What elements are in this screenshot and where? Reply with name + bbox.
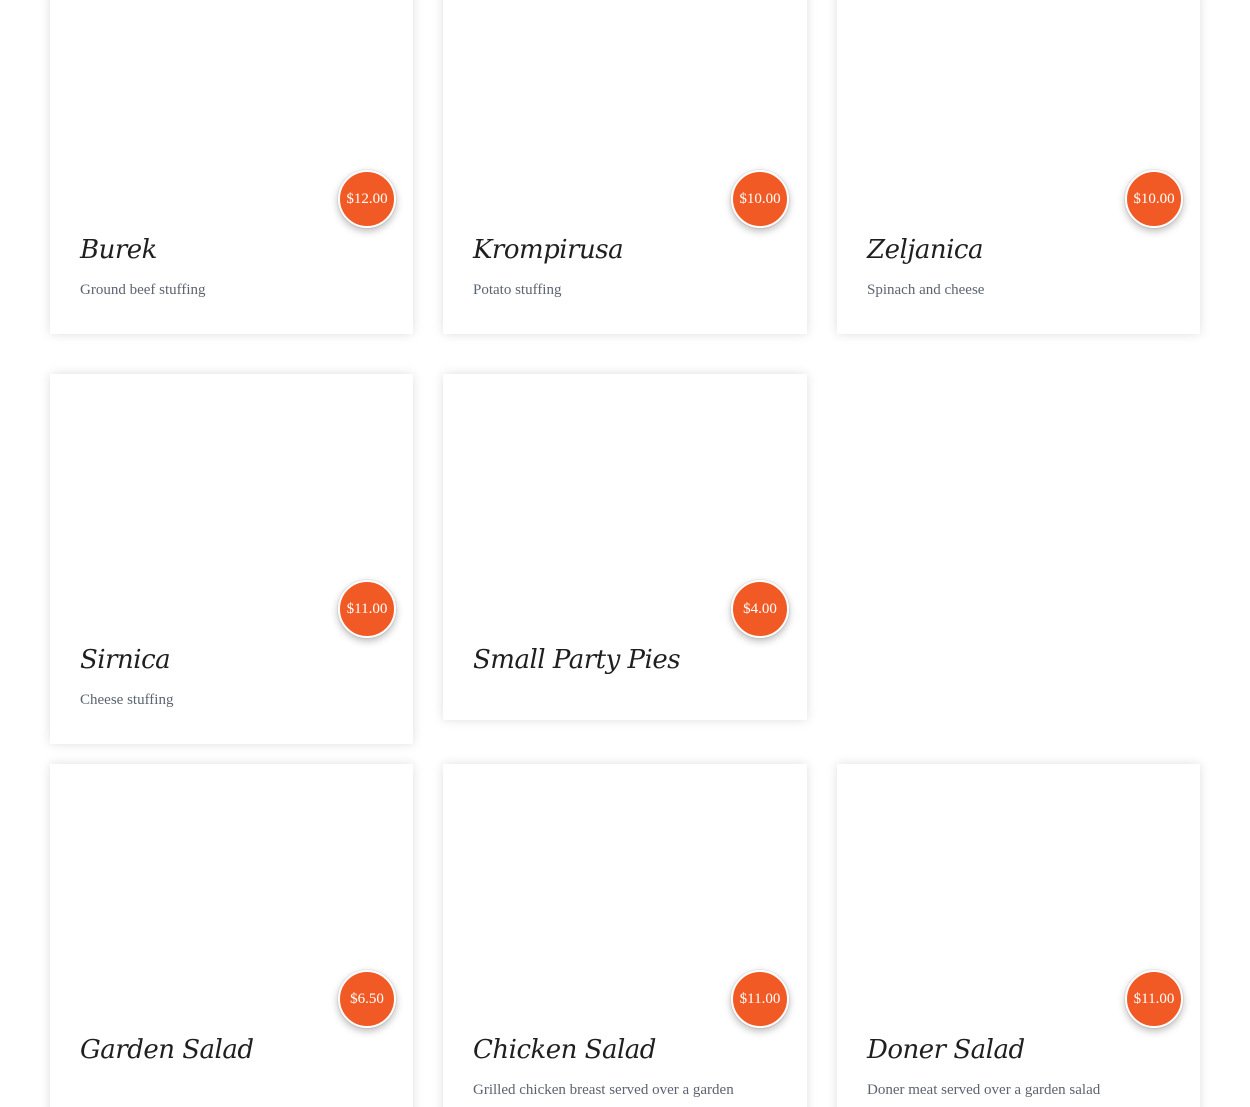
item-description: Doner meat served over a garden salad	[867, 1082, 1101, 1098]
item-title[interactable]: Small Party Pies	[473, 645, 681, 675]
menu-card-doner-salad[interactable]: $11.00 Doner Salad Doner meat served ove…	[837, 764, 1200, 1107]
menu-card-krompirusa[interactable]: $10.00 Krompirusa Potato stuffing	[443, 0, 807, 334]
item-title[interactable]: Zeljanica	[867, 235, 983, 265]
item-title[interactable]: Sirnica	[80, 645, 171, 675]
menu-card-sirnica[interactable]: $11.00 Sirnica Cheese stuffing	[50, 374, 413, 744]
price-badge: $11.00	[338, 580, 396, 638]
item-title[interactable]: Krompirusa	[473, 235, 624, 265]
menu-card-burek[interactable]: $12.00 Burek Ground beef stuffing	[50, 0, 413, 334]
item-title[interactable]: Chicken Salad	[473, 1035, 656, 1065]
price-badge: $10.00	[1125, 170, 1183, 228]
price-badge: $12.00	[338, 170, 396, 228]
price-badge: $11.00	[1125, 970, 1183, 1028]
item-description: Potato stuffing	[473, 282, 562, 298]
menu-card-zeljanica[interactable]: $10.00 Zeljanica Spinach and cheese	[837, 0, 1200, 334]
price-badge: $10.00	[731, 170, 789, 228]
price-badge: $4.00	[731, 580, 789, 638]
price-badge: $6.50	[338, 970, 396, 1028]
menu-card-small-party-pies[interactable]: $4.00 Small Party Pies	[443, 374, 807, 720]
menu-card-garden-salad[interactable]: $6.50 Garden Salad	[50, 764, 413, 1107]
item-description: Grilled chicken breast served over a gar…	[473, 1082, 734, 1098]
item-title[interactable]: Burek	[80, 235, 157, 265]
item-title[interactable]: Garden Salad	[80, 1035, 254, 1065]
menu-card-chicken-salad[interactable]: $11.00 Chicken Salad Grilled chicken bre…	[443, 764, 807, 1107]
item-description: Cheese stuffing	[80, 692, 174, 708]
item-description: Spinach and cheese	[867, 282, 985, 298]
item-description: Ground beef stuffing	[80, 282, 206, 298]
price-badge: $11.00	[731, 970, 789, 1028]
item-title[interactable]: Doner Salad	[867, 1035, 1025, 1065]
